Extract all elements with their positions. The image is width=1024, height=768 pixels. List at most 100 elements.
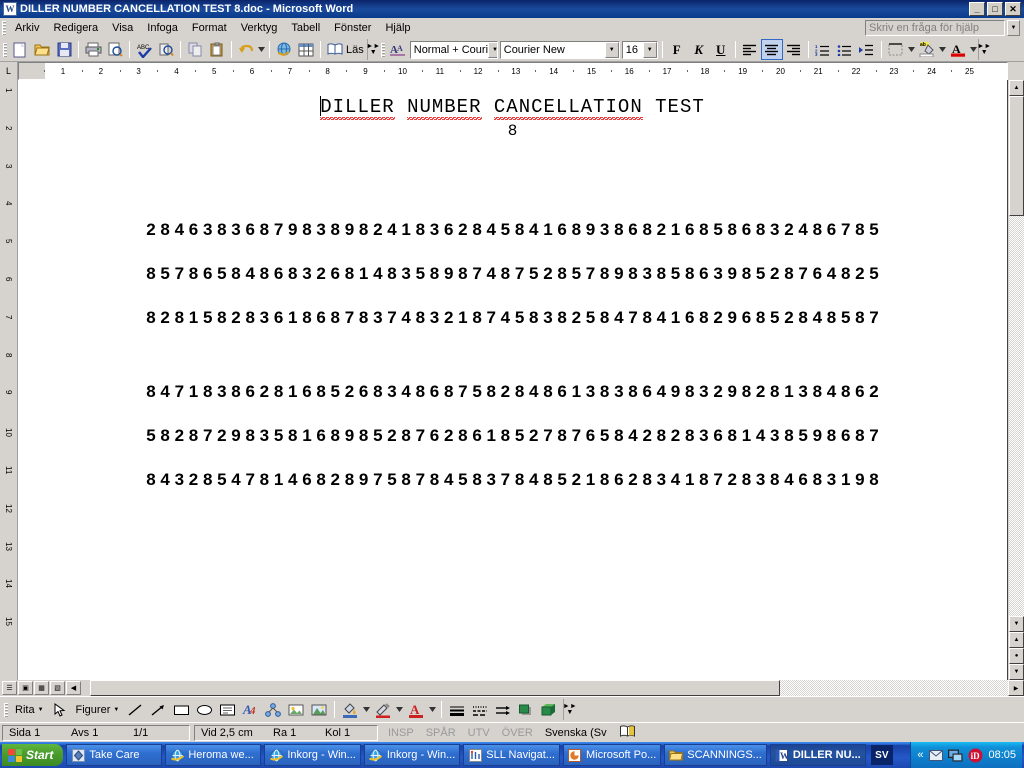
wordart-icon[interactable]: A4 (239, 700, 261, 720)
chevron-down-icon[interactable]: ▼ (642, 41, 657, 58)
minimize-button[interactable]: _ (969, 2, 985, 16)
close-button[interactable]: ✕ (1005, 2, 1021, 16)
mail-tray-icon[interactable] (928, 748, 943, 763)
id-tray-icon[interactable]: iD (968, 748, 983, 763)
web-layout-view-button[interactable]: ▣ (18, 681, 33, 695)
menu-infoga[interactable]: Infoga (140, 20, 185, 36)
oval-icon[interactable] (193, 700, 215, 720)
select-browse-object-button[interactable]: ● (1009, 648, 1024, 664)
font-size-combo[interactable]: 16 ▼ (621, 40, 658, 59)
menu-fonster[interactable]: Fönster (327, 20, 378, 36)
font-combo[interactable]: Courier New ▼ (499, 40, 620, 59)
toolbar-grip-formatting[interactable] (379, 42, 387, 58)
status-spar[interactable]: SPÅR (420, 727, 462, 739)
font-color-button[interactable]: A (947, 39, 969, 60)
formatting-toolbar-overflow-button[interactable]: ►► ▼ (977, 39, 991, 60)
insert-table-icon[interactable] (295, 39, 317, 60)
maximize-button[interactable]: □ (987, 2, 1003, 16)
horizontal-scroll-thumb[interactable] (90, 680, 780, 696)
menu-visa[interactable]: Visa (105, 20, 140, 36)
paste-icon[interactable] (206, 39, 228, 60)
vertical-scrollbar[interactable]: ▲ ▼ ▲ ● ▼ (1008, 80, 1024, 680)
borders-button[interactable] (885, 39, 907, 60)
highlight-button[interactable]: ab (916, 39, 938, 60)
spelling-status-icon[interactable] (619, 724, 636, 742)
styles-formatting-icon[interactable]: AA (387, 39, 409, 60)
taskbar-item-inkorg-2[interactable]: Inkorg - Win... (363, 744, 461, 766)
menu-tabell[interactable]: Tabell (284, 20, 327, 36)
horizontal-ruler[interactable]: 1 2 3 4 5 6 7 8 9 10 11 12 13 14 15 16 17 18 19 20 21 22 23 24 2… (18, 62, 1008, 80)
taskbar-item-sll-navigator[interactable]: SLL Navigat... (463, 744, 560, 766)
numbered-list-button[interactable]: 123 (812, 39, 834, 60)
3d-style-icon[interactable] (538, 700, 560, 720)
line-color-dropdown-icon[interactable] (395, 699, 404, 720)
bold-button[interactable]: F (666, 39, 688, 60)
ask-a-question-input[interactable]: Skriv en fråga för hjälp (865, 20, 1005, 36)
horizontal-scroll-track[interactable] (90, 680, 1008, 696)
vertical-ruler[interactable]: 1 2 3 4 5 6 7 8 9 10 11 12 13 14 15 (0, 80, 18, 680)
research-icon[interactable] (155, 39, 177, 60)
outline-view-button[interactable]: ▧ (50, 681, 65, 695)
open-folder-icon[interactable] (31, 39, 53, 60)
scroll-down-button[interactable]: ▼ (1009, 616, 1024, 632)
menu-arkiv[interactable]: Arkiv (8, 20, 46, 36)
draw-menu-button[interactable]: Rita ▼ (11, 704, 48, 716)
scroll-up-button[interactable]: ▲ (1009, 80, 1024, 96)
status-utv[interactable]: UTV (462, 727, 496, 739)
language-indicator[interactable]: SV (870, 745, 893, 765)
drawing-toolbar-overflow-button[interactable]: ►► ▼ (563, 699, 577, 720)
spelling-check-icon[interactable]: ABC (133, 39, 155, 60)
picture-icon[interactable] (308, 700, 330, 720)
align-left-button[interactable] (739, 39, 761, 60)
increase-indent-button[interactable] (856, 39, 878, 60)
menu-redigera[interactable]: Redigera (46, 20, 105, 36)
line-color-icon[interactable] (372, 700, 394, 720)
copy-icon[interactable] (184, 39, 206, 60)
status-language[interactable]: Svenska (Sv (539, 727, 613, 739)
chevron-down-icon[interactable]: ▼ (604, 41, 619, 58)
new-document-icon[interactable] (9, 39, 31, 60)
menu-verktyg[interactable]: Verktyg (234, 20, 285, 36)
start-button[interactable]: Start (2, 744, 64, 766)
reading-layout-button[interactable]: Läs (324, 39, 367, 60)
textbox-icon[interactable] (216, 700, 238, 720)
font-color-dropdown-icon[interactable] (969, 39, 978, 60)
taskbar-item-diller-word-active[interactable]: W DILLER NU... (769, 744, 866, 766)
style-combo[interactable]: Normal + Couri ▼ (409, 40, 498, 59)
next-page-button[interactable]: ▼ (1009, 664, 1024, 680)
taskbar-item-powerpoint[interactable]: Microsoft Po... (562, 744, 662, 766)
underline-button[interactable]: U (710, 39, 732, 60)
scroll-right-button[interactable]: ▶ (1008, 680, 1024, 696)
print-preview-icon[interactable] (104, 39, 126, 60)
taskbar-item-heroma[interactable]: Heroma we... (165, 744, 262, 766)
horizontal-scroll-rest[interactable] (780, 680, 1008, 696)
document-page[interactable]: DILLER NUMBER CANCELLATION TEST 8 2 8 4 … (18, 80, 1008, 680)
undo-dropdown-icon[interactable] (257, 39, 266, 60)
status-over[interactable]: ÖVER (496, 727, 539, 739)
normal-view-button[interactable]: ☰ (2, 681, 17, 695)
taskbar-item-scannings-folder[interactable]: SCANNINGS... (664, 744, 767, 766)
menu-grip[interactable] (0, 20, 8, 36)
chevron-down-icon[interactable]: ▼ (488, 41, 497, 58)
tab-stop-selector[interactable]: L (0, 62, 18, 80)
taskbar-item-inkorg-1[interactable]: Inkorg - Win... (264, 744, 361, 766)
font-color-dropdown-icon[interactable] (428, 699, 437, 720)
align-right-button[interactable] (783, 39, 805, 60)
select-arrow-icon[interactable] (49, 700, 71, 720)
menu-format[interactable]: Format (185, 20, 234, 36)
arrow-style-icon[interactable] (492, 700, 514, 720)
tray-expand-button[interactable]: « (917, 749, 923, 761)
undo-icon[interactable] (235, 39, 257, 60)
dash-style-icon[interactable] (469, 700, 491, 720)
network-tray-icon[interactable] (948, 748, 963, 763)
toolbar-grip-standard[interactable] (1, 42, 9, 58)
arrow-icon[interactable] (147, 700, 169, 720)
vertical-scroll-thumb[interactable] (1009, 96, 1024, 216)
previous-page-button[interactable]: ▲ (1009, 632, 1024, 648)
clipart-icon[interactable] (285, 700, 307, 720)
highlight-dropdown-icon[interactable] (938, 39, 947, 60)
chevron-down-icon[interactable]: ▼ (1007, 20, 1020, 36)
drawing-toolbar-grip[interactable] (2, 702, 10, 718)
print-layout-view-button[interactable]: ▦ (34, 681, 49, 695)
print-icon[interactable] (82, 39, 104, 60)
